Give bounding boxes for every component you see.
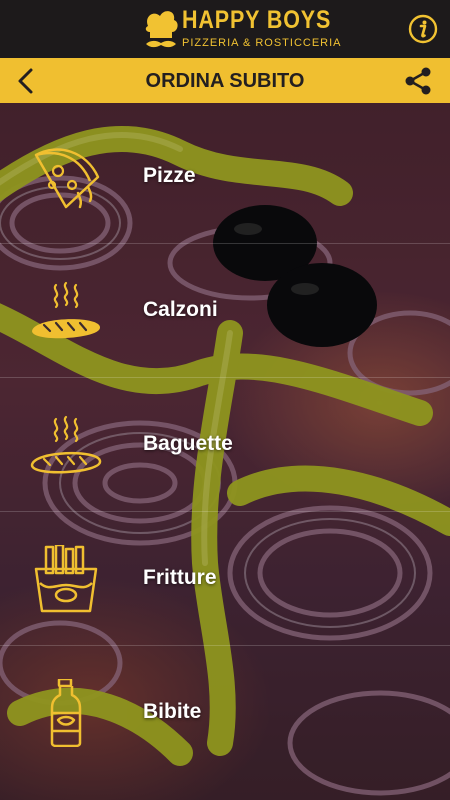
bottle-icon <box>50 679 82 747</box>
brand-bar: HAPPY BOYS PIZZERIA & ROSTICCERIA <box>0 0 450 58</box>
menu-item-label: Fritture <box>143 566 217 589</box>
bread-steam-icon <box>30 415 102 474</box>
brand-subtitle: PIZZERIA & ROSTICCERIA <box>182 37 342 49</box>
menu-item-baguette[interactable]: Baguette <box>0 378 450 512</box>
menu-item-label: Pizze <box>143 164 196 187</box>
category-menu: Pizze Calzoni Baguette Fritture Bibite <box>0 110 450 779</box>
brand-logo: HAPPY BOYS PIZZERIA & ROSTICCERIA <box>140 6 341 54</box>
bread-steam-icon <box>32 281 101 339</box>
menu-item-label: Calzoni <box>143 298 218 321</box>
menu-item-calzoni[interactable]: Calzoni <box>0 244 450 378</box>
page-header: ORDINA SUBITO <box>0 58 450 103</box>
menu-item-label: Bibite <box>143 700 202 723</box>
fries-icon <box>34 545 98 613</box>
pizza-slice-icon <box>34 148 100 209</box>
page-title: ORDINA SUBITO <box>145 70 305 92</box>
chef-hat-mustache-icon <box>145 11 178 48</box>
info-icon[interactable] <box>408 14 438 44</box>
menu-item-pizze[interactable]: Pizze <box>0 110 450 244</box>
menu-item-label: Baguette <box>143 432 233 455</box>
brand-title: HAPPY BOYS <box>182 6 332 34</box>
menu-item-bibite[interactable]: Bibite <box>0 646 450 779</box>
menu-item-fritture[interactable]: Fritture <box>0 512 450 646</box>
share-icon[interactable] <box>402 65 434 97</box>
